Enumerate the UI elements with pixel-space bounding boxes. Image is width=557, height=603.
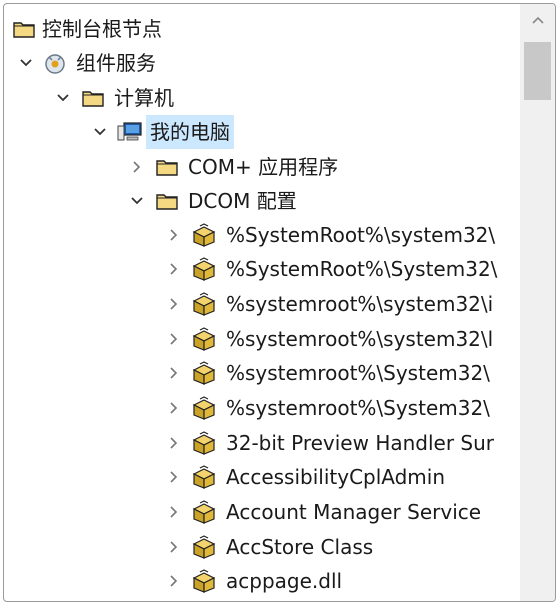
tree-item-dcom-app[interactable]: %systemroot%\System32\ [4,391,520,425]
chevron-right-icon[interactable] [164,218,184,252]
tree-item-dcom-app[interactable]: %systemroot%\System32\ [4,356,520,390]
tree-item-my-computer[interactable]: 我的电脑 [4,115,520,149]
chevron-right-icon[interactable] [164,495,184,529]
tree-item-label: DCOM 配置 [188,189,297,213]
tree-item-label: AccessibilityCplAdmin [226,465,446,489]
tree-item-dcom-app[interactable]: %systemroot%\system32\l [4,322,520,356]
tree-panel: 控制台根节点 组件服务 计算机 我的电脑 COM+ 应用程序 DCOM 配置 %… [3,3,556,602]
tree-item-label: 组件服务 [76,51,156,75]
tree-item-label: %systemroot%\System32\ [226,361,490,385]
tree-item-dcom-app[interactable]: AccessibilityCplAdmin [4,460,520,494]
chevron-right-icon[interactable] [164,530,184,564]
chevron-right-icon[interactable] [164,564,184,598]
folder-icon [153,184,181,218]
folder-icon [153,150,181,184]
chevron-down-icon[interactable] [53,81,73,115]
chevron-right-icon[interactable] [164,322,184,356]
chevron-right-icon[interactable] [164,391,184,425]
tree-item-dcom-config[interactable]: DCOM 配置 [4,184,520,218]
tree-item-label: %systemroot%\system32\i [226,292,494,316]
dcom-app-icon [190,322,218,356]
dcom-app-icon [190,426,218,460]
tree-item-label: COM+ 应用程序 [188,155,339,179]
tree-view: 控制台根节点 组件服务 计算机 我的电脑 COM+ 应用程序 DCOM 配置 %… [4,4,520,601]
tree-item-component-services[interactable]: 组件服务 [4,46,520,80]
tree-item-label: 我的电脑 [146,115,234,149]
dcom-app-icon [190,564,218,598]
dcom-app-icon [190,460,218,494]
scrollbar-thumb[interactable] [524,42,551,100]
tree-item-label: %SystemRoot%\System32\ [226,257,498,281]
dcom-app-icon [190,530,218,564]
dcom-app-icon [190,287,218,321]
computer-icon [116,115,144,149]
tree-item-dcom-app[interactable]: %SystemRoot%\System32\ [4,252,520,286]
chevron-right-icon[interactable] [164,426,184,460]
folder-icon [10,12,38,46]
tree-item-dcom-app[interactable]: %systemroot%\system32\i [4,287,520,321]
tree-item-label: 32-bit Preview Handler Sur [226,431,495,455]
scroll-up-icon[interactable] [520,4,555,36]
tree-item-label: acppage.dll [226,569,343,593]
tree-item-root[interactable]: 控制台根节点 [4,12,520,46]
tree-item-dcom-app[interactable]: Account Manager Service [4,495,520,529]
chevron-down-icon[interactable] [16,46,36,80]
tree-item-dcom-app[interactable]: acppage.dll [4,564,520,598]
dcom-app-icon [190,495,218,529]
chevron-right-icon[interactable] [164,460,184,494]
chevron-down-icon[interactable] [127,184,147,218]
tree-item-label: Account Manager Service [226,500,482,524]
tree-item-label: %systemroot%\system32\l [226,327,494,351]
chevron-right-icon[interactable] [164,252,184,286]
dcom-app-icon [190,391,218,425]
tree-item-dcom-app[interactable]: %SystemRoot%\system32\ [4,218,520,252]
tree-item-label: AccStore Class [226,535,374,559]
dcom-app-icon [190,218,218,252]
dcom-app-icon [190,356,218,390]
component-services-icon [42,46,70,80]
tree-item-computers[interactable]: 计算机 [4,81,520,115]
tree-item-label: 计算机 [114,86,174,110]
dcom-app-icon [190,252,218,286]
tree-item-dcom-app[interactable]: AccStore Class [4,530,520,564]
tree-item-label: %systemroot%\System32\ [226,396,490,420]
tree-item-com-plus[interactable]: COM+ 应用程序 [4,150,520,184]
chevron-right-icon[interactable] [127,150,147,184]
folder-icon [79,81,107,115]
tree-item-label: %SystemRoot%\system32\ [226,223,496,247]
chevron-down-icon[interactable] [90,115,110,149]
chevron-right-icon[interactable] [164,356,184,390]
vertical-scrollbar[interactable] [520,4,555,601]
chevron-right-icon[interactable] [164,287,184,321]
tree-item-dcom-app[interactable]: 32-bit Preview Handler Sur [4,426,520,460]
tree-item-label: 控制台根节点 [42,17,162,41]
